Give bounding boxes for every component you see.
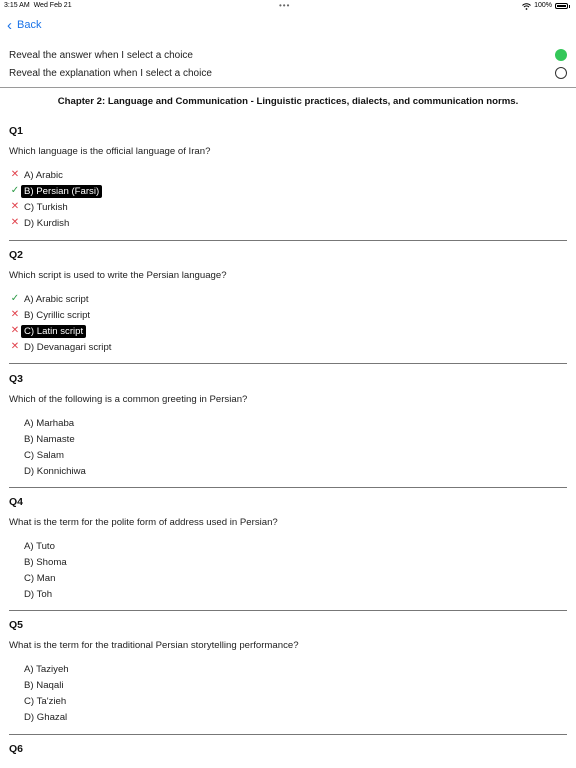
choice-list: ✓ A) Arabic script ✕ B) Cyrillic script ✕ C) … <box>9 291 567 355</box>
choice-label: A) Tuto <box>24 540 55 552</box>
settings-list: Reveal the answer when I select a choice… <box>9 46 567 82</box>
toggle-off-indicator[interactable] <box>555 67 567 79</box>
chapter-title: Chapter 2: Language and Communication - … <box>57 96 519 107</box>
choice-item[interactable]: B) Shoma <box>9 554 567 570</box>
question-divider <box>9 363 567 364</box>
choice-label: D) Kurdish <box>24 217 70 229</box>
status-time-text: 3:15 AM <box>4 2 30 9</box>
wifi-icon <box>522 2 531 10</box>
choice-item[interactable]: ✕ A) Arabic <box>9 167 567 183</box>
status-time: 3:15 AM Wed Feb 21 <box>4 0 72 12</box>
choice-list: A) Tuto B) Shoma C) Man D) Toh <box>9 538 567 602</box>
choice-label: D) Devanagari script <box>24 341 112 353</box>
choice-label: C) Salam <box>24 449 64 461</box>
choice-item[interactable]: ✓ B) Persian (Farsi) <box>9 183 567 199</box>
choice-label: A) Arabic script <box>24 293 89 305</box>
question-block: Q4 What is the term for the polite form o… <box>9 495 567 602</box>
question-block: Q1 Which language is the official languag… <box>9 124 567 231</box>
choice-label: C) Ta'zieh <box>24 695 67 707</box>
status-bar: 3:15 AM Wed Feb 21 ••• 100% <box>0 0 576 12</box>
selected-choice-label: C) Latin script <box>21 324 87 338</box>
battery-tip <box>569 4 570 8</box>
question-text: What is the term for the traditional Per… <box>9 640 299 651</box>
wrong-x-icon: ✕ <box>10 341 20 352</box>
question-text: Which script is used to write the Persia… <box>9 270 227 281</box>
choice-label: B) Naqali <box>24 679 64 691</box>
choice-label: B) Cyrillic script <box>24 309 91 321</box>
question-number: Q2 <box>9 249 24 261</box>
wrong-x-icon: ✕ <box>10 309 20 320</box>
setting-reveal-answer[interactable]: Reveal the answer when I select a choice <box>9 46 567 64</box>
question-block: Q3 Which of the following is a common gre… <box>9 372 567 479</box>
choice-label: C) Turkish <box>24 201 68 213</box>
status-right: 100% <box>522 0 570 12</box>
wrong-x-icon: ✕ <box>10 201 20 212</box>
setting-label: Reveal the answer when I select a choice <box>9 49 193 61</box>
setting-reveal-explanation[interactable]: Reveal the explanation when I select a c… <box>9 64 567 82</box>
choice-item[interactable]: D) Konnichiwa <box>9 463 567 479</box>
choice-list: A) Marhaba B) Namaste C) Salam D) Konnichiw… <box>9 415 567 479</box>
toggle-on-indicator[interactable] <box>555 49 567 61</box>
choice-item[interactable]: C) Man <box>9 570 567 586</box>
choice-item[interactable]: ✕ C) Turkish <box>9 199 567 215</box>
selected-choice-label: B) Persian (Farsi) <box>21 184 103 198</box>
question-block: Q6 <box>9 742 567 756</box>
setting-label: Reveal the explanation when I select a c… <box>9 67 212 79</box>
wrong-x-icon: ✕ <box>10 169 20 180</box>
choice-item[interactable]: A) Taziyeh <box>9 661 567 677</box>
choice-item[interactable]: D) Ghazal <box>9 709 567 725</box>
back-label: Back <box>17 19 42 31</box>
choice-item[interactable]: A) Marhaba <box>9 415 567 431</box>
battery-percent: 100% <box>534 2 552 9</box>
choice-item[interactable]: ✕ D) Kurdish <box>9 215 567 231</box>
multitasking-dots[interactable]: ••• <box>279 0 290 12</box>
question-block: Q2 Which script is used to write the Pers… <box>9 248 567 355</box>
choice-label: D) Toh <box>24 588 53 600</box>
choice-label: A) Arabic <box>24 169 63 181</box>
choice-label: A) Marhaba <box>24 417 75 429</box>
status-date-text: Wed Feb 21 <box>33 2 72 9</box>
choice-label: D) Ghazal <box>24 711 68 723</box>
choice-list: ✕ A) Arabic ✓ B) Persian (Farsi) ✕ C) Turkish… <box>9 167 567 231</box>
question-number: Q5 <box>9 619 24 631</box>
choice-list: A) Taziyeh B) Naqali C) Ta'zieh D) Ghazal <box>9 661 567 725</box>
question-divider <box>9 487 567 488</box>
correct-check-icon: ✓ <box>10 185 20 196</box>
question-number: Q3 <box>9 373 24 385</box>
wrong-x-icon: ✕ <box>10 217 20 228</box>
battery-icon <box>555 3 568 9</box>
question-divider <box>9 610 567 611</box>
question-divider <box>9 240 567 241</box>
back-button[interactable]: ‹ Back <box>7 17 41 33</box>
correct-check-icon: ✓ <box>10 293 20 304</box>
question-divider <box>9 734 567 735</box>
choice-item[interactable]: B) Naqali <box>9 677 567 693</box>
choice-item[interactable]: ✕ C) Latin script <box>9 323 567 339</box>
question-text: Which language is the official language … <box>9 146 211 157</box>
choice-item[interactable]: ✕ B) Cyrillic script <box>9 307 567 323</box>
choice-label: B) Shoma <box>24 556 67 568</box>
choice-item[interactable]: A) Tuto <box>9 538 567 554</box>
choice-item[interactable]: D) Toh <box>9 586 567 602</box>
choice-label: C) Man <box>24 572 56 584</box>
choice-label: B) Namaste <box>24 433 75 445</box>
question-number: Q4 <box>9 496 24 508</box>
choice-item[interactable]: ✕ D) Devanagari script <box>9 339 567 355</box>
question-text: Which of the following is a common greet… <box>9 394 248 405</box>
question-block: Q5 What is the term for the traditional P… <box>9 618 567 725</box>
wrong-x-icon: ✕ <box>10 325 20 336</box>
question-text: What is the term for the polite form of … <box>9 517 278 528</box>
divider <box>0 87 576 88</box>
choice-item[interactable]: C) Ta'zieh <box>9 693 567 709</box>
question-number: Q6 <box>9 743 24 755</box>
choice-item[interactable]: ✓ A) Arabic script <box>9 291 567 307</box>
question-number: Q1 <box>9 125 24 137</box>
choice-label: D) Konnichiwa <box>24 465 86 477</box>
choice-label: A) Taziyeh <box>24 663 69 675</box>
choice-item[interactable]: B) Namaste <box>9 431 567 447</box>
chevron-left-icon: ‹ <box>7 16 12 34</box>
choice-item[interactable]: C) Salam <box>9 447 567 463</box>
